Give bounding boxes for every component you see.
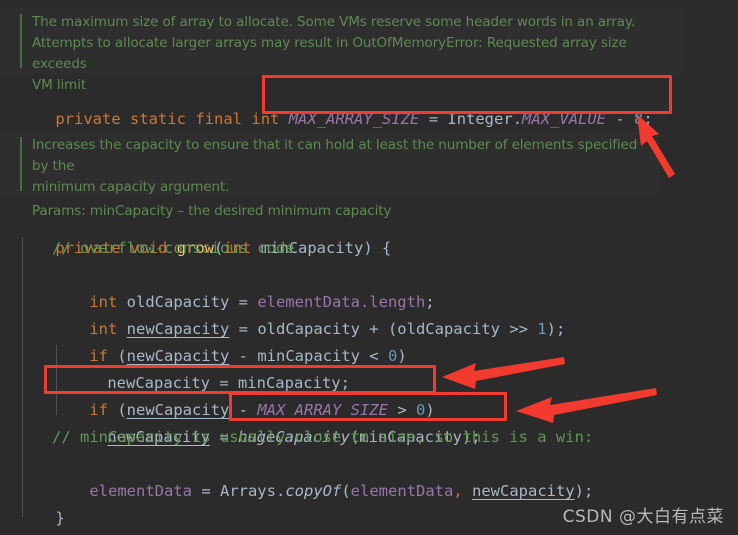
- code-line-arrays-copyof[interactable]: elementData = Arrays.copyOf(elementData,…: [52, 451, 593, 532]
- field-element-data: elementData: [89, 482, 192, 500]
- watermark-csdn: CSDN @大白有点菜: [562, 507, 724, 527]
- method-call-copy-of: copyOf: [285, 482, 342, 500]
- code-line-comment-win[interactable]: // minCapacity is usually close to size,…: [52, 424, 593, 451]
- class-integer: Integer: [447, 110, 513, 128]
- javadoc-accent-bar: [20, 14, 22, 68]
- javadoc-line: minimum capacity argument.: [32, 179, 230, 195]
- javadoc-line: Increases the capacity to ensure that it…: [32, 137, 638, 174]
- number-literal: 1: [537, 320, 547, 338]
- field-element-data-arg: elementData: [350, 482, 454, 500]
- dot: .: [512, 110, 523, 128]
- constant-max-array-size: MAX_ARRAY_SIZE: [288, 110, 420, 128]
- javadoc-accent-bar: [20, 137, 22, 191]
- number-literal: 8: [634, 110, 644, 128]
- number-literal: 0: [387, 347, 398, 365]
- dot: .: [275, 482, 286, 500]
- operator-equals: =: [419, 110, 448, 128]
- var-new-capacity: newCapacity: [472, 482, 575, 500]
- paren: ): [397, 347, 407, 365]
- keyword-int: int: [251, 110, 280, 128]
- operator-equals: =: [191, 482, 220, 500]
- javadoc-panel-grow: Increases the capacity to ensure that it…: [0, 131, 660, 219]
- expression-tail: );: [546, 320, 566, 338]
- class-arrays: Arrays: [219, 482, 276, 500]
- call-tail: );: [574, 482, 594, 500]
- comma: ,: [453, 482, 472, 500]
- paren: (: [341, 482, 351, 500]
- semicolon: ;: [643, 110, 653, 128]
- code-line-comment-overflow[interactable]: // overflow-conscious code: [52, 235, 295, 262]
- arrow-to-huge-capacity-call: [516, 388, 657, 423]
- keyword-private: private: [55, 110, 121, 128]
- javadoc-panel-max-array-size: The maximum size of array to allocate. S…: [0, 8, 686, 93]
- brace: }: [55, 509, 65, 527]
- code-editor-screenshot: The maximum size of array to allocate. S…: [0, 0, 738, 535]
- keyword-final: final: [195, 110, 243, 128]
- javadoc-line: The maximum size of array to allocate. S…: [32, 14, 636, 30]
- brace: {: [372, 239, 392, 257]
- paren: ): [363, 239, 373, 257]
- keyword-static: static: [130, 110, 186, 128]
- operator-minus: -: [606, 110, 635, 128]
- javadoc-line: Attempts to allocate larger arrays may r…: [32, 35, 627, 72]
- constant-max-value: MAX_VALUE: [522, 110, 607, 128]
- code-line-closing-brace[interactable]: }: [18, 478, 65, 535]
